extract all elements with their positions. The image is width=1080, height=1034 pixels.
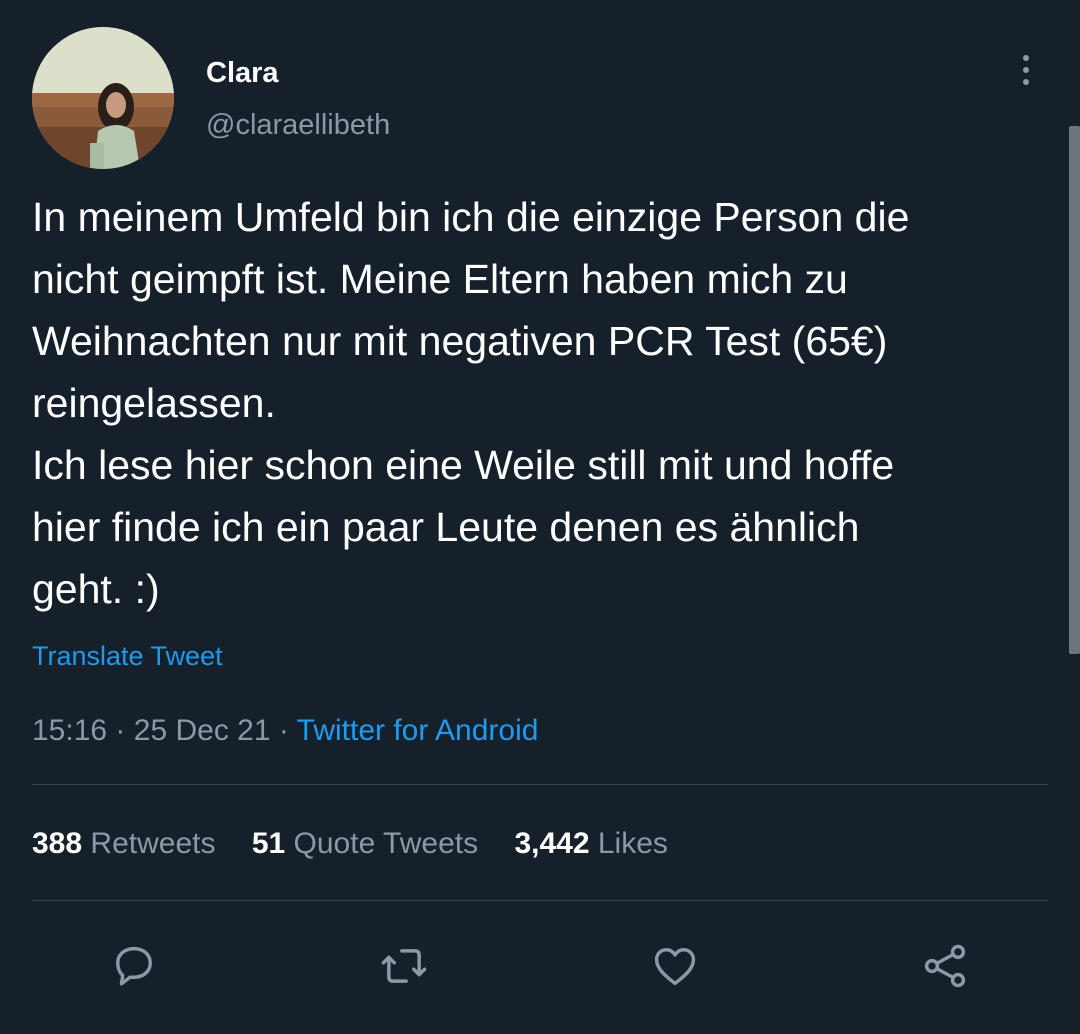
likes-stat[interactable]: 3,442 Likes [514, 827, 667, 860]
tweet-stats: 388 Retweets 51 Quote Tweets 3,442 Likes [32, 824, 696, 864]
quote-tweets-count: 51 [251, 827, 286, 860]
translate-tweet-link[interactable]: Translate Tweet [32, 638, 223, 674]
heart-icon [654, 948, 696, 986]
like-button[interactable] [645, 936, 705, 996]
tweet-source-link[interactable]: Twitter for Android [297, 714, 539, 747]
user-handle[interactable]: @claraellibeth [206, 107, 390, 143]
tweet-text-line: In meinem Umfeld bin ich die einzige Per… [32, 194, 910, 240]
retweets-stat[interactable]: 388 Retweets [32, 827, 215, 860]
more-options-button[interactable] [1008, 48, 1044, 92]
tweet-text: In meinem Umfeld bin ich die einzige Per… [32, 186, 1062, 620]
tweet-text-line: reingelassen. [32, 380, 276, 426]
divider [32, 900, 1048, 901]
likes-label: Likes [597, 827, 668, 860]
reply-button[interactable] [104, 936, 164, 996]
tweet-detail-page: Clara @claraellibeth In meinem Umfeld bi… [0, 0, 1080, 1034]
tweet-date: 25 Dec 21 [133, 714, 271, 747]
retweets-label: Retweets [90, 827, 216, 860]
share-icon [924, 944, 966, 988]
tweet-text-line: Ich lese hier schon eine Weile still mit… [32, 442, 895, 488]
scrollbar[interactable] [1069, 126, 1080, 654]
meta-separator: · [278, 714, 289, 747]
retweet-button[interactable] [374, 936, 434, 996]
meta-separator: · [115, 714, 126, 747]
tweet-text-line: hier finde ich ein paar Leute denen es ä… [32, 504, 860, 550]
reply-icon [116, 946, 152, 986]
tweet-text-line: nicht geimpft ist. Meine Eltern haben mi… [32, 256, 848, 302]
more-vertical-icon [1023, 55, 1029, 61]
more-vertical-icon-dot [1023, 79, 1029, 85]
avatar[interactable] [32, 27, 174, 169]
tweet-meta: 15:16 · 25 Dec 21 · Twitter for Android [32, 711, 538, 751]
tweet-text-line: Weihnachten nur mit negativen PCR Test (… [32, 318, 888, 364]
share-button[interactable] [915, 936, 975, 996]
tweet-time: 15:16 [32, 714, 108, 747]
quote-tweets-stat[interactable]: 51 Quote Tweets [252, 827, 478, 860]
retweets-count: 388 [32, 827, 83, 860]
likes-count: 3,442 [514, 827, 590, 860]
retweet-icon [381, 949, 427, 983]
avatar-photo [32, 27, 174, 169]
display-name[interactable]: Clara [206, 55, 279, 91]
divider [32, 784, 1048, 785]
tweet-text-line: geht. :) [32, 566, 160, 612]
tweet-actions-bar [0, 936, 1080, 996]
more-vertical-icon-dot [1023, 67, 1029, 73]
quote-tweets-label: Quote Tweets [293, 827, 479, 860]
